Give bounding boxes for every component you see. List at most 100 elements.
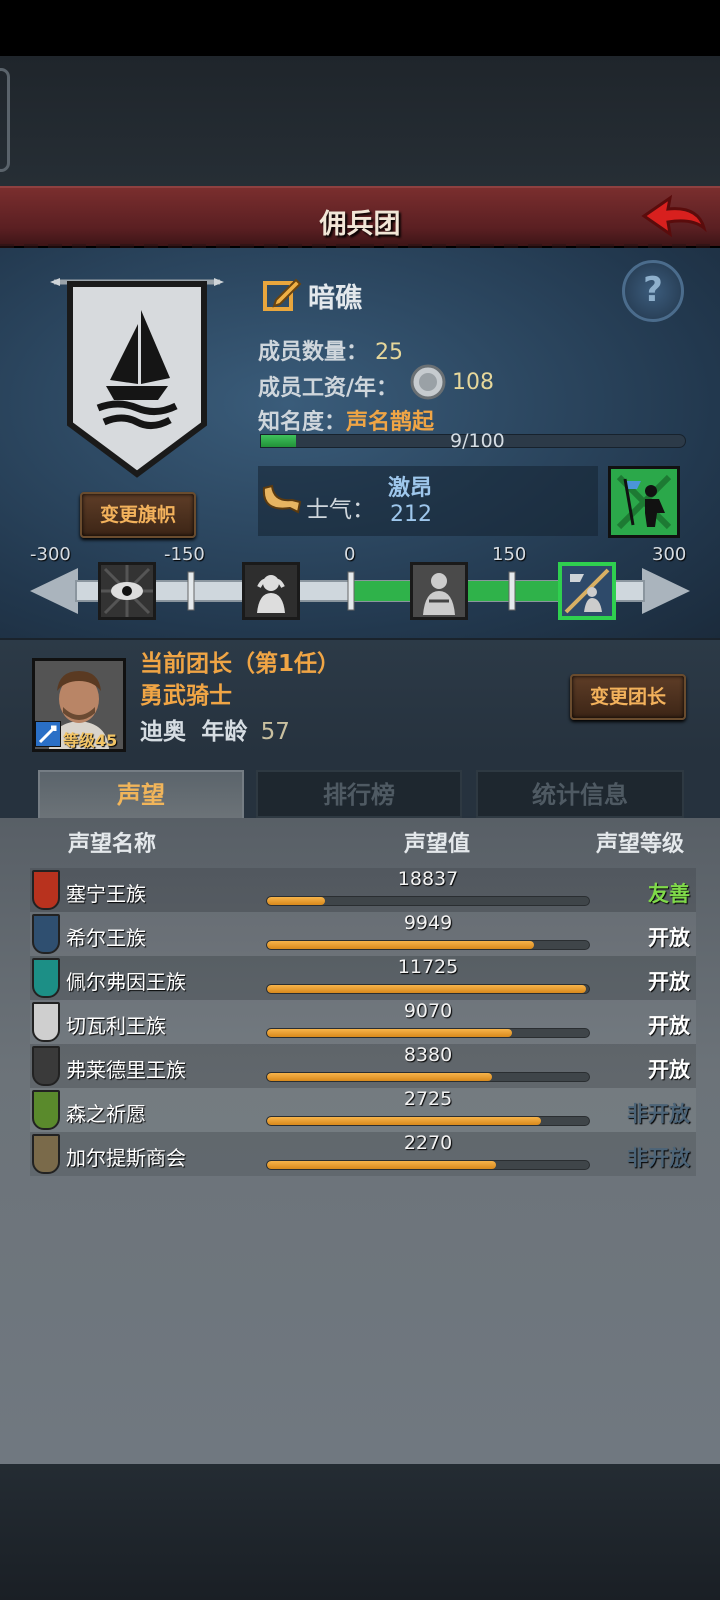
tab-reputation[interactable]: 声望 [38,770,244,818]
company-banner [48,274,226,484]
faction-name: 加尔提斯商会 [66,1146,186,1170]
tab-ranking[interactable]: 排行榜 [256,770,462,818]
fame-progress-fill [261,435,297,447]
reputation-bar-fill [267,985,586,993]
faction-crest-icon [32,914,60,954]
reputation-bar [266,1028,590,1038]
reputation-value: 2725 [403,1088,453,1110]
table-header: 声望名称 声望值 声望等级 [0,818,720,868]
mood-inspired-icon[interactable] [558,562,616,620]
faction-name: 佩尔弗因王族 [66,970,186,994]
company-panel: 变更旗帜 暗礁 ? 成员数量： 25 成员工资/年： 108 知名度：声名鹊起 … [0,248,720,638]
table-row[interactable]: 加尔提斯商会 2270 非开放 [30,1132,696,1176]
fame-label: 知名度： [258,410,347,435]
morale-scale: -300 -150 0 150 300 [30,544,690,624]
mood-despair-icon[interactable] [242,562,300,620]
reputation-bar [266,984,590,994]
header-level: 声望等级 [596,832,685,857]
reputation-value: 9070 [403,1000,453,1022]
mood-crazed-icon[interactable] [98,562,156,620]
faction-crest-icon [32,1090,60,1130]
reputation-bar-fill [267,1161,496,1169]
reputation-level: 开放 [648,926,690,950]
reputation-level: 开放 [648,970,690,994]
back-arrow-icon [641,194,707,238]
table-row[interactable]: 森之祈愿 2725 非开放 [30,1088,696,1132]
wage-label: 成员工资/年： [258,376,399,401]
header-name: 声望名称 [68,832,157,857]
scale-label-150: 150 [492,544,527,565]
faction-name: 弗莱德里王族 [66,1058,186,1082]
reputation-bar [266,1116,590,1126]
scale-label-zero: 0 [344,544,356,565]
faction-crest-icon [32,1134,60,1174]
reputation-value: 9949 [403,912,453,934]
reputation-level: 开放 [648,1058,690,1082]
change-banner-button[interactable]: 变更旗帜 [80,492,196,538]
reputation-level: 非开放 [627,1146,690,1170]
company-name: 暗礁 [308,283,362,314]
tab-statistics[interactable]: 统计信息 [476,770,684,818]
morale-status-icon [608,466,680,538]
leader-age-label: 年龄 [201,719,248,745]
ship-banner-icon [50,278,224,478]
morale-label: 士气： [306,497,375,523]
header-value: 声望值 [404,832,471,857]
reputation-bar-fill [267,1073,493,1081]
table-row[interactable]: 佩尔弗因王族 11725 开放 [30,956,696,1000]
reputation-bar-fill [267,897,325,905]
leader-title: 勇武骑士 [140,683,232,709]
fame-rank: 声名鹊起 [346,410,435,435]
reputation-bar [266,896,590,906]
leader-level: 等级45 [63,731,118,750]
reputation-value: 18837 [397,868,459,890]
reputation-bar [266,940,590,950]
edit-name-icon[interactable] [262,274,302,314]
reputation-bar [266,1160,590,1170]
table-row[interactable]: 切瓦利王族 9070 开放 [30,1000,696,1044]
faction-name: 切瓦利王族 [66,1014,166,1038]
page-title: 佣兵团 [319,209,401,240]
status-area [0,0,720,56]
faction-crest-icon [32,958,60,998]
horn-icon [262,484,302,514]
reputation-value: 11725 [397,956,459,978]
table-row[interactable]: 希尔王族 9949 开放 [30,912,696,956]
wage-value: 108 [452,370,494,395]
header-band [0,56,720,186]
help-icon[interactable]: ? [622,260,684,322]
reputation-level: 非开放 [627,1102,690,1126]
reputation-table: 声望名称 声望值 声望等级 塞宁王族 18837 友善 希尔王族 9949 开放 佩尔弗因王… [0,818,720,1464]
tab-bar: 声望 排行榜 统计信息 [0,758,720,818]
reputation-bar-fill [267,1117,541,1125]
faction-name: 希尔王族 [66,926,146,950]
members-row: 成员数量： 25 [258,334,403,366]
mood-calm-icon[interactable] [410,562,468,620]
table-row[interactable]: 塞宁王族 18837 友善 [30,868,696,912]
rally-flag-icon [611,469,677,535]
leader-heading: 当前团长（第1任） [140,651,341,677]
leader-age: 57 [260,719,290,745]
reputation-value: 8380 [403,1044,453,1066]
morale-value: 212 [390,502,432,527]
bottom-area [0,1464,720,1600]
scale-label-minus150: -150 [164,544,205,565]
morale-state: 激昂 [388,476,433,501]
reputation-bar-fill [267,941,535,949]
silver-coin-icon [410,364,446,400]
leader-portrait[interactable]: 等级45 [32,658,126,752]
change-leader-button[interactable]: 变更团长 [570,674,686,720]
fame-progress-text: 9/100 [450,430,505,452]
faction-name: 塞宁王族 [66,882,146,906]
faction-crest-icon [32,1046,60,1086]
reputation-level: 开放 [648,1014,690,1038]
table-row[interactable]: 弗莱德里王族 8380 开放 [30,1044,696,1088]
wage-row: 成员工资/年： [258,370,398,402]
back-button[interactable] [640,194,708,244]
leader-info-row: 迪奥 年龄 57 [140,712,290,746]
side-handle[interactable] [0,68,10,172]
faction-crest-icon [32,870,60,910]
reputation-bar-fill [267,1029,512,1037]
leader-name: 迪奥 [140,719,186,745]
scale-label-minus300: -300 [30,544,71,565]
